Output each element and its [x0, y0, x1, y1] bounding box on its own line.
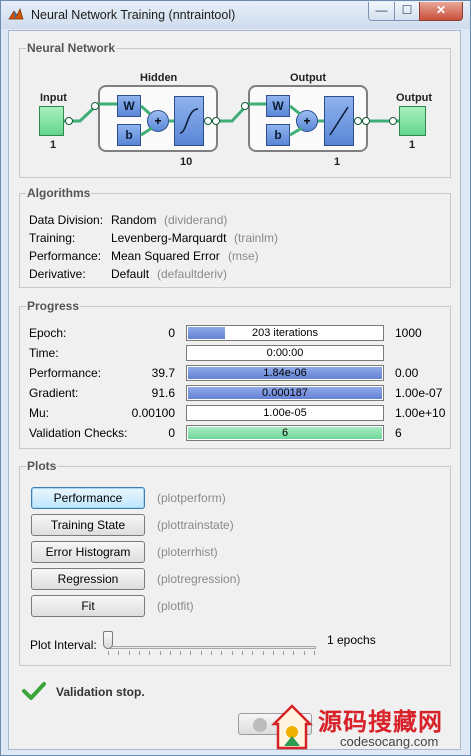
slider-tick	[118, 651, 120, 655]
progress-end-value: 1.00e-07	[395, 386, 443, 400]
watermark-logo: 源码搜藏网 codesocang.com	[270, 700, 470, 756]
slider-tick	[303, 651, 305, 655]
slider-tick	[159, 651, 161, 655]
progress-bar: 1.84e-06	[186, 365, 384, 381]
algorithm-value: Mean Squared Error	[111, 249, 220, 263]
slider-tick	[149, 651, 151, 655]
slider-tick	[231, 651, 233, 655]
slider-tick	[180, 651, 182, 655]
slider-tick	[272, 651, 274, 655]
plot-button-fit[interactable]: Fit	[31, 595, 145, 617]
progress-bar-text: 203 iterations	[251, 327, 319, 339]
progress-bar-text: 0:00:00	[266, 347, 304, 359]
progress-bar: 203 iterations	[186, 325, 384, 341]
algorithm-value: Levenberg-Marquardt	[111, 231, 227, 245]
plot-interval-slider-thumb[interactable]	[103, 631, 113, 649]
progress-bar: 6	[186, 425, 384, 441]
plot-interval-label: Plot Interval:	[30, 638, 97, 652]
progress-start-value: 0	[168, 426, 175, 440]
slider-tick	[128, 651, 130, 655]
progress-label: Gradient:	[29, 386, 79, 400]
progress-end-value: 0.00	[395, 366, 419, 380]
plot-interval-value: 1 epochs	[327, 633, 376, 647]
slider-tick	[211, 651, 212, 655]
progress-bar-text: 0.000187	[262, 387, 308, 399]
slider-tick	[221, 651, 223, 655]
slider-tick	[314, 651, 315, 655]
progress-bar: 0.000187	[186, 385, 384, 401]
slider-tick	[169, 651, 171, 655]
slider-tick	[200, 651, 202, 655]
progress-bar-text: 6	[281, 427, 289, 439]
progress-start-value: 0	[168, 326, 175, 340]
progress-label: Validation Checks:	[29, 426, 128, 440]
progress-start-value: 0.00100	[131, 406, 175, 420]
algorithm-label: Performance:	[29, 249, 102, 263]
slider-tick	[108, 651, 109, 655]
plot-button-regression[interactable]: Regression	[31, 568, 145, 590]
plot-function-name: (plotfit)	[157, 599, 194, 613]
progress-end-value: 6	[395, 426, 402, 440]
plot-interval-slider-track[interactable]	[106, 646, 316, 649]
progress-end-value: 1.00e+10	[395, 406, 446, 420]
house-logo-icon	[270, 704, 314, 750]
watermark-domain: codesocang.com	[340, 734, 439, 749]
plot-function-name: (plotregression)	[157, 572, 241, 586]
slider-tick	[262, 651, 264, 655]
slider-tick	[241, 651, 243, 655]
plot-function-name: (plotperform)	[157, 491, 226, 505]
algorithm-function: (dividerand)	[164, 213, 228, 227]
slider-tick	[138, 651, 140, 655]
checkmark-icon	[22, 682, 46, 700]
algorithm-label: Data Division:	[29, 213, 104, 227]
stop-icon	[253, 718, 267, 732]
status-message: Validation stop.	[56, 685, 145, 699]
progress-label: Time:	[29, 346, 59, 360]
plot-button-performance[interactable]: Performance	[31, 487, 145, 509]
algorithm-function: (trainlm)	[234, 231, 278, 245]
plot-button-error-histogram[interactable]: Error Histogram	[31, 541, 145, 563]
algorithm-label: Derivative:	[29, 267, 86, 281]
slider-tick	[283, 651, 285, 655]
progress-panel-title: Progress	[26, 299, 81, 313]
watermark-cn-text: 源码搜藏网	[318, 708, 443, 736]
algorithm-value: Random	[111, 213, 157, 227]
progress-end-value: 1000	[395, 326, 422, 340]
progress-bar-text: 1.84e-06	[263, 367, 307, 379]
slider-tick	[293, 651, 295, 655]
progress-bar: 1.00e-05	[186, 405, 384, 421]
progress-bar: 0:00:00	[186, 345, 384, 361]
plot-function-name: (ploterrhist)	[157, 545, 218, 559]
progress-label: Mu:	[29, 406, 50, 420]
algorithm-value: Default	[111, 267, 150, 281]
algorithm-function: (defaultderiv)	[157, 267, 228, 281]
plot-function-name: (plottrainstate)	[157, 518, 234, 532]
progress-label: Performance:	[29, 366, 102, 380]
plot-button-training-state[interactable]: Training State	[31, 514, 145, 536]
progress-label: Epoch:	[29, 326, 67, 340]
progress-bar-text: 1.00e-05	[263, 407, 307, 419]
progress-start-value: 39.7	[151, 366, 175, 380]
algorithm-label: Training:	[29, 231, 76, 245]
algorithm-function: (mse)	[228, 249, 259, 263]
plots-panel-title: Plots	[26, 459, 58, 473]
network-wires	[64, 102, 399, 137]
slider-tick	[252, 651, 254, 655]
algorithms-panel-title: Algorithms	[26, 186, 92, 200]
slider-tick	[190, 651, 192, 655]
progress-start-value: 91.6	[151, 386, 175, 400]
